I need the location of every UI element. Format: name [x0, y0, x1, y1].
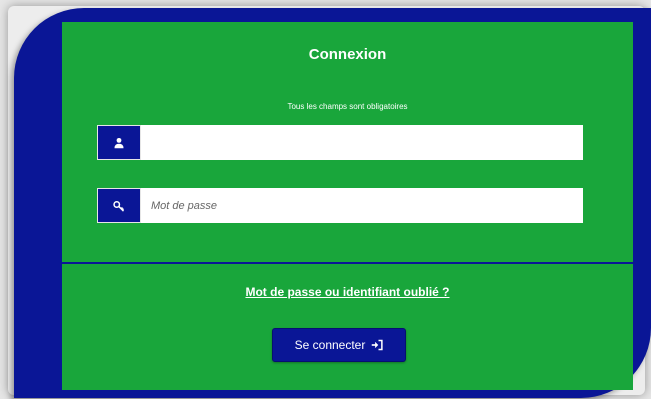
- sign-in-icon: [372, 339, 383, 351]
- password-field-group: [97, 188, 583, 223]
- login-button-label: Se connecter: [294, 338, 366, 352]
- key-icon-svg: [113, 200, 125, 212]
- forgot-credentials-link[interactable]: Mot de passe ou identifiant oublié ?: [62, 285, 633, 299]
- username-input[interactable]: [141, 125, 583, 160]
- key-icon: [97, 188, 141, 223]
- login-card: Connexion Tous les champs sont obligatoi…: [14, 8, 651, 398]
- password-input[interactable]: [141, 188, 583, 223]
- user-icon: [97, 125, 141, 160]
- required-fields-note: Tous les champs sont obligatoires: [287, 102, 408, 111]
- user-icon-svg: [114, 137, 124, 148]
- username-field-group: [97, 125, 583, 160]
- section-divider: [62, 262, 633, 264]
- login-title: Connexion: [308, 46, 387, 63]
- login-panel: Connexion Tous les champs sont obligatoi…: [62, 22, 633, 390]
- login-button[interactable]: Se connecter: [272, 328, 406, 362]
